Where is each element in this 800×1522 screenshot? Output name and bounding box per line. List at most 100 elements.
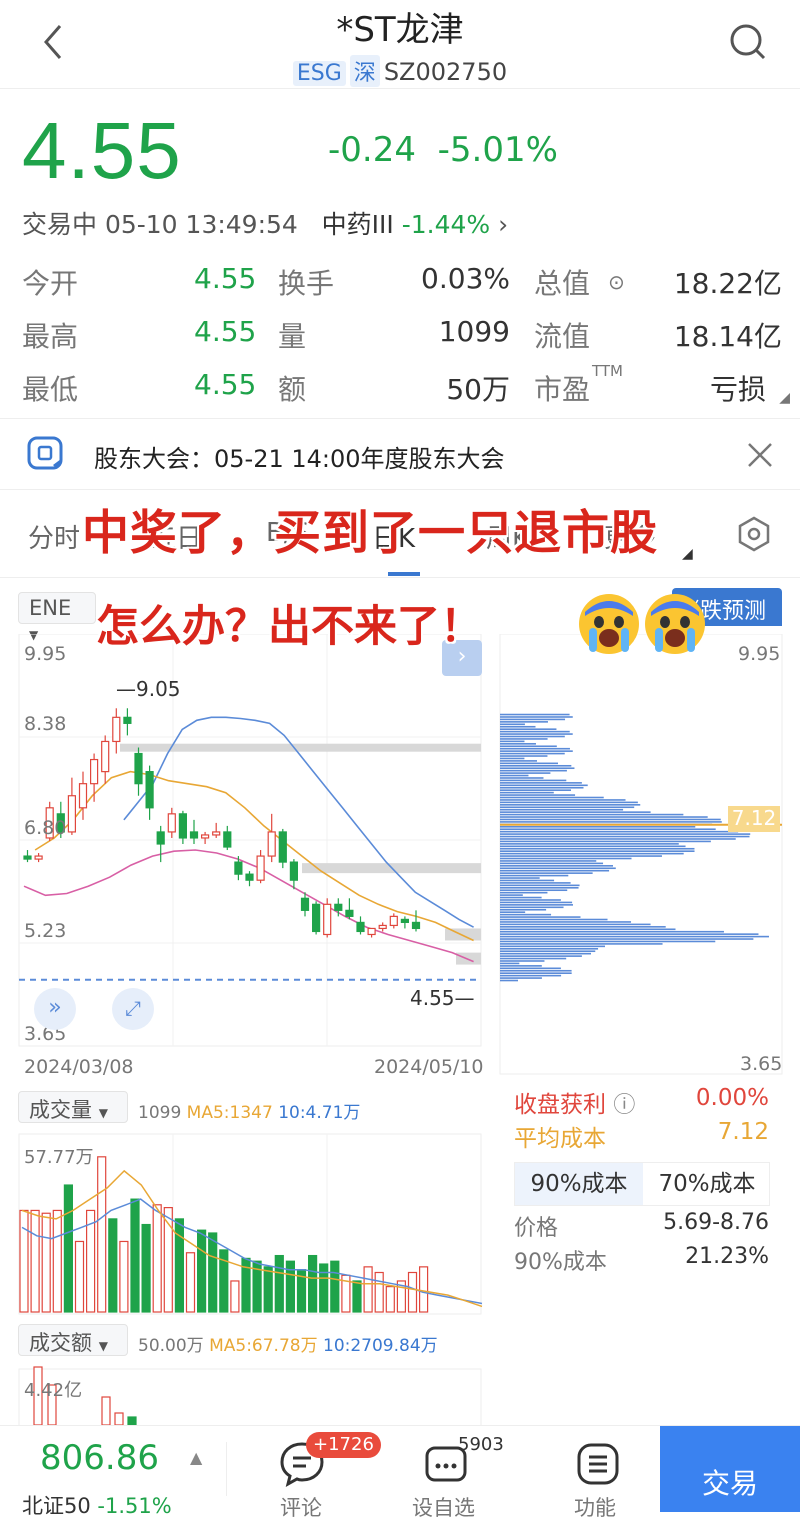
amount-select[interactable]: 成交额 ▼	[18, 1324, 128, 1356]
candle	[334, 903, 343, 911]
chip-bar	[500, 828, 716, 831]
cost-tabs: 90%成本 70%成本	[514, 1162, 770, 1206]
chip-bar	[500, 755, 548, 757]
chip-bar	[500, 847, 695, 850]
low-marker: 4.55—	[410, 986, 475, 1010]
volume-select[interactable]: 成交量 ▼	[18, 1091, 128, 1123]
volume-bars	[19, 1156, 429, 1313]
chip-axis-top: 9.95	[738, 643, 781, 665]
chip-bar	[500, 735, 565, 738]
charts-svg	[18, 634, 783, 1425]
stat-label: 额	[278, 373, 307, 406]
chip-bar	[500, 869, 610, 872]
sector-name: 中药III	[321, 210, 394, 239]
chip-bar	[500, 938, 754, 940]
fast-forward-button[interactable]: »	[34, 988, 76, 1030]
chip-bar	[500, 767, 575, 770]
chip-bar	[500, 825, 696, 828]
sector-link[interactable]: 中药III -1.44% ›	[322, 210, 508, 239]
expand-corner-icon[interactable]: ◢	[779, 390, 790, 406]
esg-tag[interactable]: ESG	[292, 61, 346, 86]
candle	[223, 831, 232, 848]
notice-icon	[26, 435, 66, 475]
tab-70-cost[interactable]: 70%成本	[643, 1163, 771, 1205]
volume-bar	[152, 1204, 162, 1313]
chip-bar	[500, 821, 722, 823]
index-change: -1.51%	[97, 1494, 172, 1518]
tab-intraday[interactable]: 分时	[28, 518, 80, 555]
candle	[178, 813, 187, 839]
candle	[323, 903, 332, 936]
chip-bar	[500, 979, 519, 982]
chip-bar	[500, 950, 596, 953]
axis-l3: 6.80	[24, 817, 67, 839]
settings-icon[interactable]	[736, 516, 772, 552]
info-icon[interactable]: ⊙	[608, 270, 625, 294]
close-icon[interactable]	[746, 441, 774, 469]
notice-text: 股东大会：05-21 14:00年度股东大会	[94, 445, 505, 473]
info-icon[interactable]: ⓘ	[613, 1093, 635, 1118]
notice-bar[interactable]: 股东大会：05-21 14:00年度股东大会	[0, 418, 800, 490]
candle	[67, 795, 77, 833]
chip-bar	[500, 752, 565, 755]
candle	[167, 813, 176, 833]
chip-bar	[500, 896, 542, 899]
volume-bar	[263, 1266, 273, 1313]
volume-select-label: 成交量	[29, 1098, 92, 1122]
chip-bar	[500, 740, 525, 743]
cost-price-value: 5.69-8.76	[663, 1210, 769, 1235]
chip-bar	[500, 879, 555, 882]
resistance-band	[120, 743, 481, 752]
candle	[123, 716, 132, 724]
trade-label: 交易	[701, 1467, 758, 1500]
axis-top: 9.95	[24, 643, 67, 665]
stock-subtitle: ESG 深 SZ002750	[0, 55, 800, 87]
current-price: 4.55	[22, 106, 182, 195]
chip-bar	[500, 718, 566, 721]
candles	[23, 708, 421, 938]
overlay-caption-line1: 中奖了，买到了一只退市股	[82, 506, 658, 561]
chip-bar	[500, 791, 554, 794]
tab-90-cost[interactable]: 90%成本	[515, 1163, 643, 1205]
market-tag: 深	[349, 55, 380, 87]
index-ticker[interactable]: 806.86 ▲ 北证50 -1.51%	[0, 1426, 226, 1518]
volume-bar	[19, 1209, 29, 1313]
low-marker-value: 4.55	[410, 986, 455, 1010]
chip-bar	[500, 877, 540, 879]
chip-bar	[500, 794, 576, 796]
chip-bar	[500, 850, 695, 852]
volume-bar	[108, 1218, 118, 1313]
overlay-caption-line2: 怎么办？出不来了！	[96, 592, 483, 654]
candle	[145, 771, 154, 809]
volume-ma10: 10:4.71万	[278, 1103, 361, 1123]
candle	[201, 834, 210, 839]
chip-bar	[500, 843, 679, 845]
indicator-select[interactable]: ENE ▼	[18, 592, 96, 642]
change-percent: -5.01%	[437, 130, 558, 170]
index-up-arrow-icon: ▲	[190, 1448, 203, 1467]
chip-bar	[500, 777, 544, 779]
chip-distribution	[500, 713, 769, 982]
chip-bar	[500, 845, 686, 848]
candle	[400, 918, 409, 924]
candle	[378, 924, 387, 930]
volume-bar	[197, 1229, 207, 1313]
functions-button[interactable]: 功能	[560, 1426, 640, 1520]
trade-button[interactable]: 交易	[660, 1426, 800, 1512]
chip-bar	[500, 723, 525, 726]
chip-bar	[500, 957, 567, 960]
comments-button[interactable]: +1726 评论	[262, 1426, 381, 1520]
add-watchlist-button[interactable]: 5903 设自选	[404, 1426, 504, 1520]
expand-icon[interactable]: ⤢	[112, 988, 154, 1030]
stat-value: 50万	[446, 373, 510, 406]
search-icon[interactable]	[728, 22, 768, 62]
high-marker: —9.05	[116, 677, 181, 701]
chevron-right-icon: ›	[498, 210, 509, 239]
kline-grid	[19, 634, 481, 1046]
chip-bar	[500, 935, 769, 938]
chip-bar	[500, 967, 561, 970]
amount-bar	[127, 1416, 137, 1425]
chip-bar	[500, 760, 537, 762]
volume-bar	[352, 1280, 362, 1313]
candle	[134, 752, 143, 785]
